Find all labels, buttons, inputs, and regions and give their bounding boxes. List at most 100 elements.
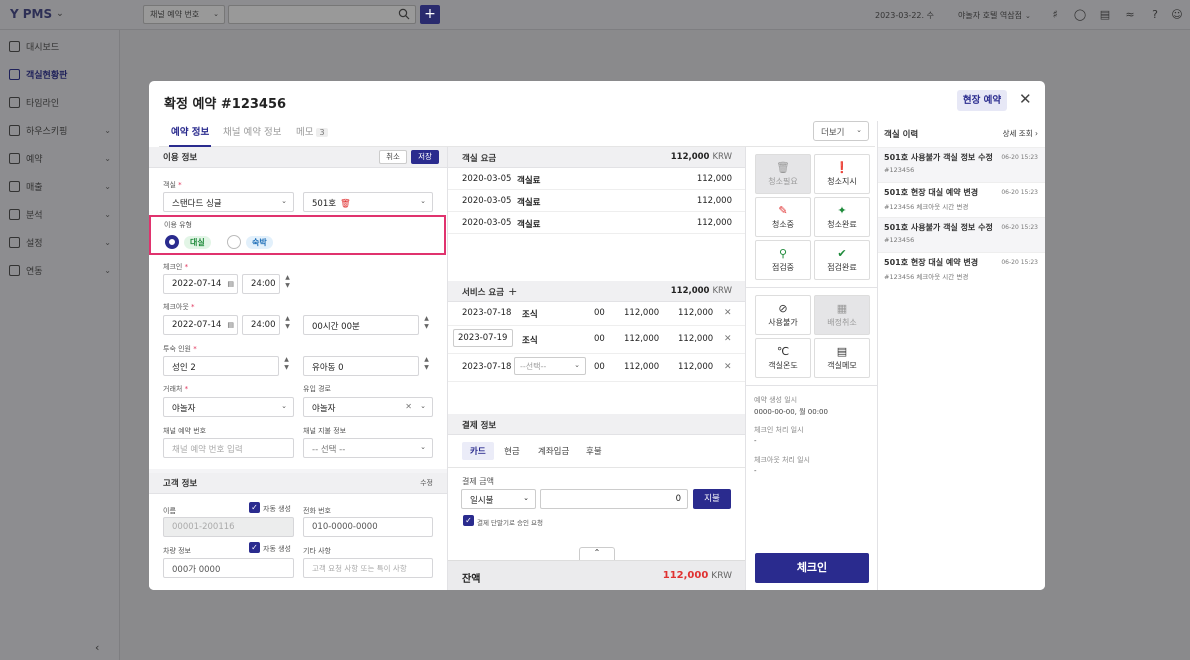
table-row[interactable]: 2023-07-18 --선택-- ⌄ 00 112,000 112,000 ✕ [448,354,746,382]
printer-icon[interactable]: ▤ [1098,8,1112,22]
tab-card[interactable]: 카드 [462,442,494,460]
duration-stepper[interactable]: ▲ ▼ [421,315,432,331]
sidebar-item-dashboard[interactable]: 대시보드 [0,32,119,60]
delete-icon[interactable]: ✕ [724,308,732,318]
close-icon[interactable]: ✕ [1019,90,1032,108]
save-button[interactable]: 저장 [411,150,439,164]
inflow-select[interactable]: 야놀자 ✕ ⌄ [303,397,433,417]
app-logo[interactable]: Y PMS ⌄ [10,7,64,21]
search-icon[interactable] [398,8,410,20]
sidebar-item-sales[interactable]: 매출 ⌄ [0,172,119,200]
room-number-select[interactable]: 501호 🗑 ⌄ [303,192,433,212]
checkout-date-input[interactable]: 2022-07-14 ▤ [163,315,238,335]
installment-select[interactable]: 일시불 ⌄ [461,489,536,509]
checkin-date-input[interactable]: 2022-07-14 ▤ [163,274,238,294]
pay-button[interactable]: 지불 [693,489,731,509]
auto-gen-checkbox[interactable]: ✓ [249,542,260,553]
table-row[interactable]: 2020-03-05 객실료 112,000 [448,168,746,190]
row-amount: 112,000 [696,174,732,184]
auto-gen-checkbox[interactable]: ✓ [249,502,260,513]
wifi-icon[interactable]: ≈ [1123,8,1137,22]
room-temp-button[interactable]: ℃ 객실온도 [755,338,811,378]
history-item[interactable]: 501호 현장 대실 예약 변경 #123456 체크아웃 시간 변경 06-20 … [878,182,1045,217]
duration-input[interactable]: 00시간 00분 [303,315,419,335]
chevron-up-icon[interactable]: ⌃ [579,547,615,561]
help-icon[interactable]: ? [1148,8,1162,22]
room-memo-button[interactable]: ▤ 객실메모 [814,338,870,378]
time-stepper[interactable]: ▲ ▼ [282,274,293,290]
time-stepper[interactable]: ▲ ▼ [282,315,293,331]
detail-link[interactable]: 상세 조회 › [1003,128,1038,139]
sidebar-item-housekeeping[interactable]: 하우스키핑 ⌄ [0,116,119,144]
trash-icon[interactable]: 🗑 [340,199,351,209]
tab-reservation-info[interactable]: 예약 정보 [169,124,212,147]
sidebar-item-timeline[interactable]: 타임라인 [0,88,119,116]
sidebar-item-analytics[interactable]: 분석 ⌄ [0,200,119,228]
service-date-input[interactable]: 2023-07-19 [453,329,513,347]
table-row[interactable]: 2023-07-18 조식 00 112,000 112,000 ✕ [448,302,746,326]
etc-input[interactable]: 고객 요청 사항 또는 특이 사항 [303,558,433,578]
history-time: 06-20 15:23 [1001,259,1038,266]
delete-icon[interactable]: ✕ [724,362,732,372]
clear-icon[interactable]: ✕ [405,402,412,411]
adults-stepper[interactable]: ▲ ▼ [281,356,292,372]
clean-order-button[interactable]: ❗ 청소지시 [814,154,870,194]
vehicle-input[interactable]: 000가 0000 [163,558,294,578]
out-of-order-button[interactable]: ⊘ 사용불가 [755,295,811,335]
clean-needed-button[interactable]: 🗑 청소필요 [755,154,811,194]
service-item-select[interactable]: --선택-- ⌄ [514,357,586,375]
phone-input[interactable]: 010-0000-0000 [303,517,433,537]
pay-amount-input[interactable]: 0 [540,489,688,509]
search-input[interactable] [228,5,416,24]
tab-cash[interactable]: 현금 [496,442,528,460]
tab-channel-info[interactable]: 채널 예약 정보 [223,124,281,147]
checkin-button[interactable]: 체크인 [755,553,869,583]
row-qty: 00 [594,334,605,344]
volume-icon[interactable]: ♯ [1048,8,1062,22]
hotel-selector[interactable]: 야놀자 호텔 역삼점 ⌄ [958,10,1031,21]
adults-input[interactable]: 성인 2 [163,356,279,376]
tab-transfer[interactable]: 계좌입금 [530,442,577,460]
add-service-icon[interactable]: + [508,285,517,298]
user-icon[interactable]: ☺ [1170,8,1184,22]
channel-search-select[interactable]: 채널 예약 번호 ⌄ [143,5,225,24]
sidebar-item-reservation[interactable]: 예약 ⌄ [0,144,119,172]
globe-icon[interactable]: ◯ [1073,8,1087,22]
room-type-select[interactable]: 스탠다드 싱글 ⌄ [163,192,294,212]
table-row[interactable]: 2020-03-05 객실료 112,000 [448,190,746,212]
terminal-approval-checkbox[interactable]: ✓ [463,515,474,526]
clean-done-button[interactable]: ✦ 청소완료 [814,197,870,237]
checkout-time-input[interactable]: 24:00 [242,315,280,335]
checkin-time-input[interactable]: 24:00 [242,274,280,294]
created-label: 예약 생성 일시 [754,396,798,404]
cancel-button[interactable]: 취소 [379,150,407,164]
table-row[interactable]: 2020-03-05 객실료 112,000 [448,212,746,234]
unassign-button[interactable]: ▦ 배정취소 [814,295,870,335]
cleaning-button[interactable]: ✎ 청소중 [755,197,811,237]
sidebar-item-room-board[interactable]: 객실현황판 [0,60,119,88]
sidebar-item-settings[interactable]: 설정 ⌄ [0,228,119,256]
tab-memo[interactable]: 메모 3 [296,124,328,147]
children-stepper[interactable]: ▲ ▼ [421,356,432,372]
channel-no-input[interactable]: 채널 예약 번호 입력 [163,438,294,458]
more-dropdown[interactable]: 더보기 ⌄ [813,121,869,141]
client-select[interactable]: 야놀자 ⌄ [163,397,294,417]
history-item[interactable]: 501호 현장 대실 예약 변경 #123456 체크아웃 시간 변경 06-20 … [878,252,1045,287]
sidebar-item-integration[interactable]: 연동 ⌄ [0,256,119,284]
usage-stay-radio[interactable] [227,235,241,249]
edit-link[interactable]: 수정 [420,478,433,488]
table-row[interactable]: 2023-07-19 조식 00 112,000 112,000 ✕ [448,326,746,354]
history-item[interactable]: 501호 사용불가 객실 정보 수정 #123456 06-20 15:23 [878,217,1045,252]
children-input[interactable]: 유아동 0 [303,356,419,376]
channel-pay-select[interactable]: -- 선택 -- ⌄ [303,438,433,458]
inspect-done-button[interactable]: ✔ 점검완료 [814,240,870,280]
name-input[interactable]: 00001-200116 [163,517,294,537]
history-item[interactable]: 501호 사용불가 객실 정보 수정 #123456 06-20 15:23 [878,147,1045,182]
detail-label: 상세 조회 [1002,129,1033,138]
add-button[interactable]: + [420,5,440,24]
collapse-sidebar-icon[interactable]: ‹ [95,641,99,654]
usage-day-radio[interactable] [165,235,179,249]
inspecting-button[interactable]: ⚲ 점검중 [755,240,811,280]
delete-icon[interactable]: ✕ [724,334,732,344]
tab-deferred[interactable]: 후불 [578,442,610,460]
